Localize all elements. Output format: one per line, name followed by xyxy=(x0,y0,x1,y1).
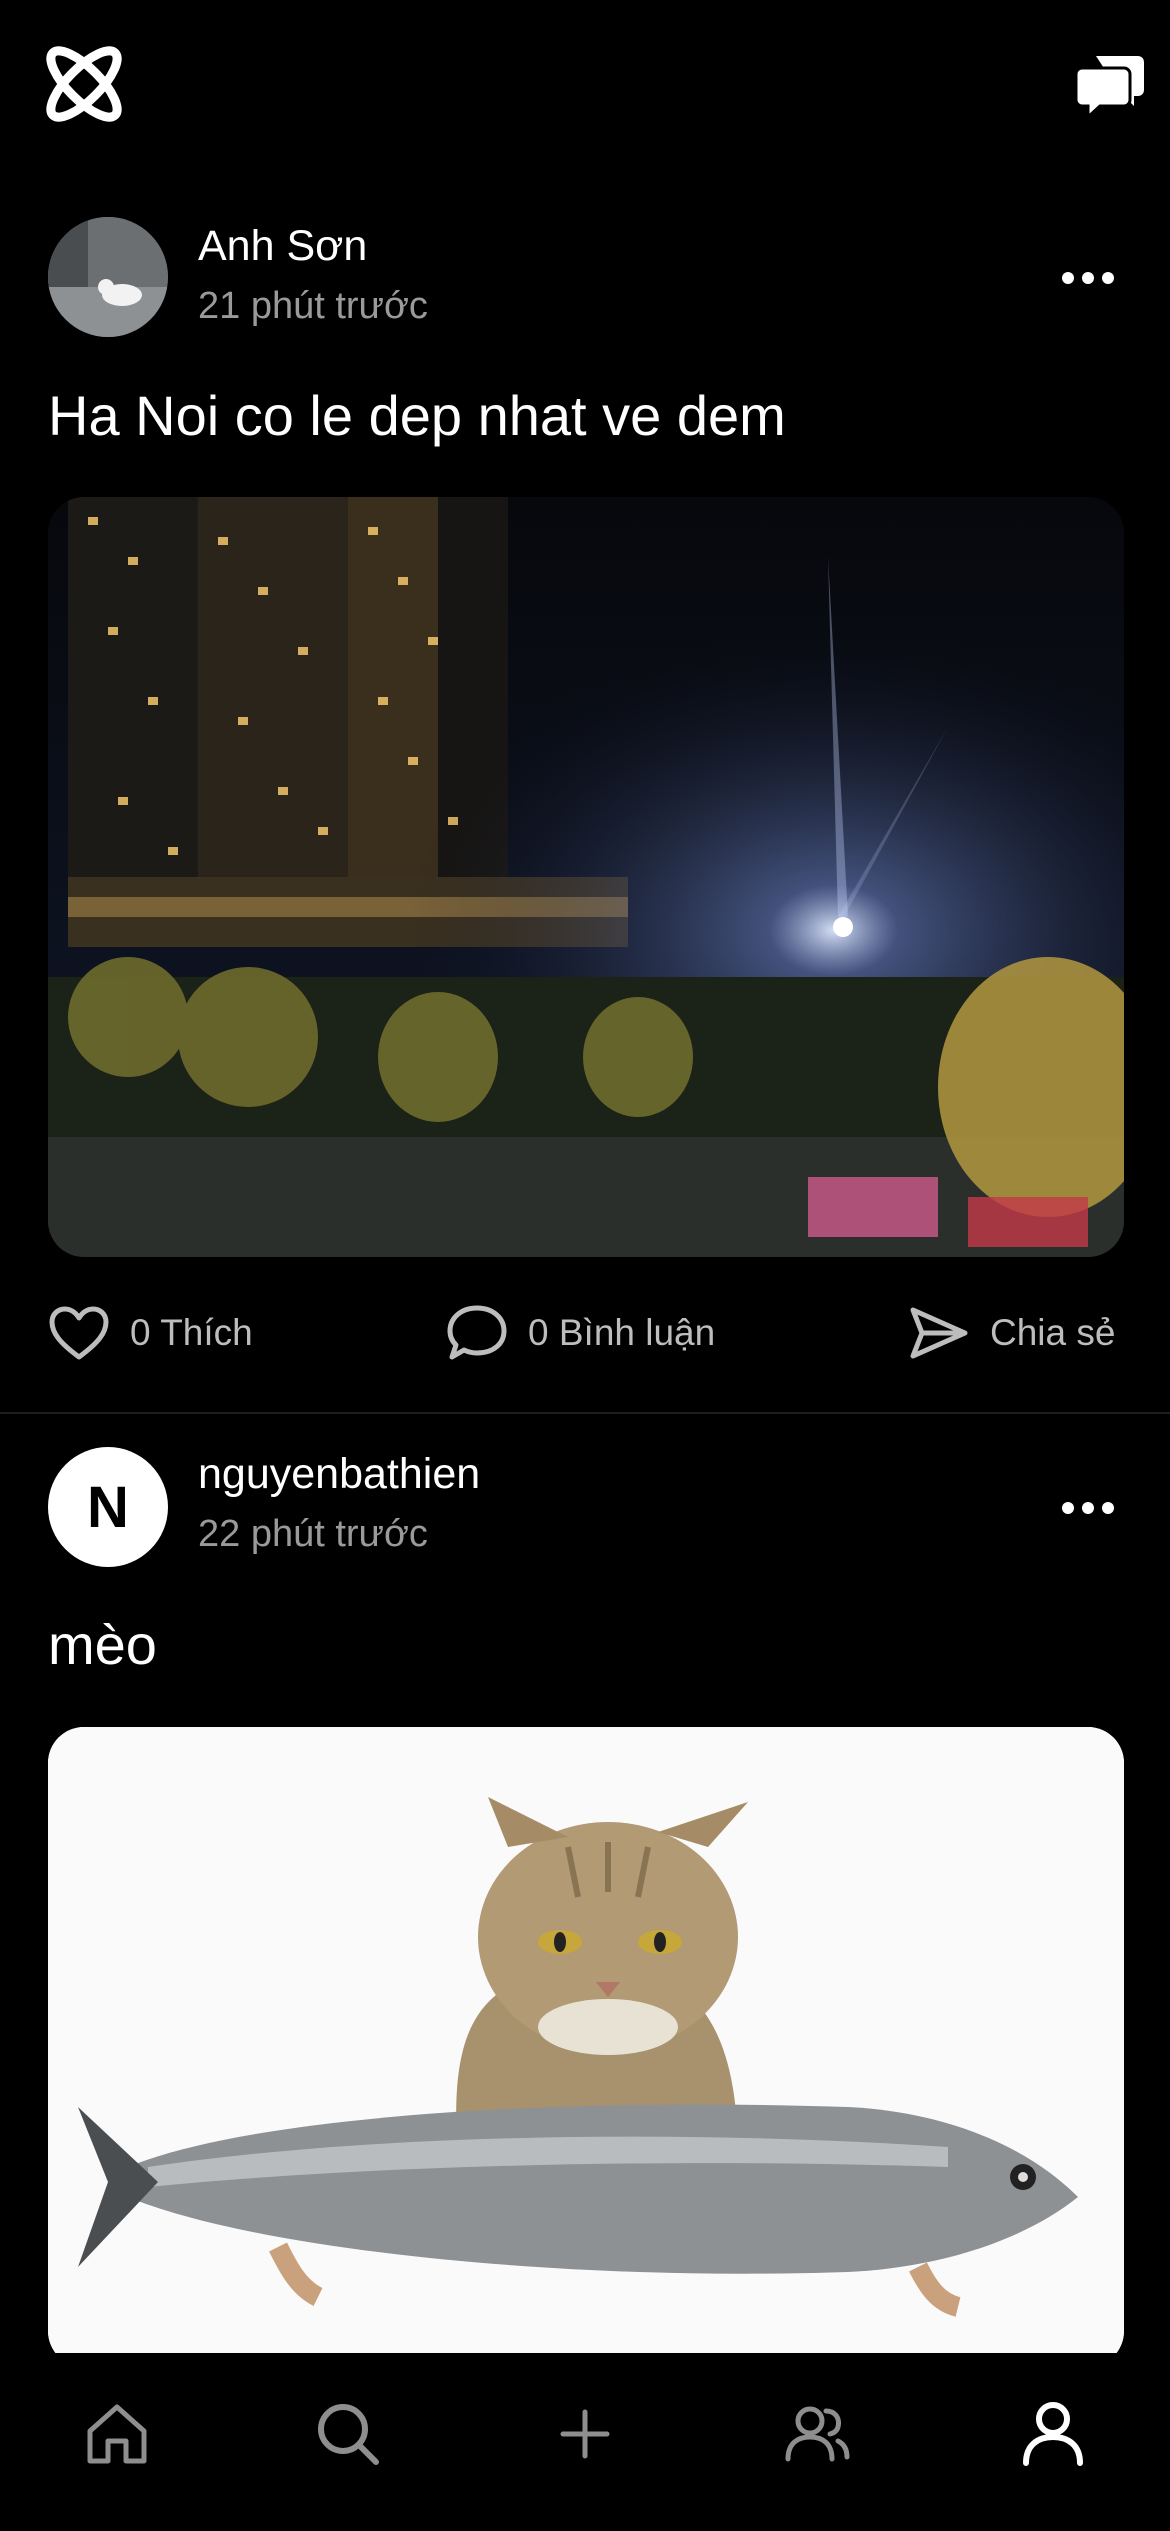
post-card: Anh Sơn 21 phút trước Ha Noi co le dep n… xyxy=(0,180,1170,1414)
comment-icon xyxy=(447,1305,507,1360)
plus-icon[interactable] xyxy=(540,2389,630,2479)
profile-icon[interactable] xyxy=(1008,2389,1098,2479)
more-options-icon[interactable] xyxy=(1058,266,1118,290)
avatar[interactable]: N xyxy=(48,1447,168,1567)
chat-bubbles-icon[interactable] xyxy=(1074,52,1146,121)
friends-icon[interactable] xyxy=(772,2389,862,2479)
bottom-nav xyxy=(0,2353,1170,2531)
feed[interactable]: Anh Sơn 21 phút trước Ha Noi co le dep n… xyxy=(0,180,1170,2353)
cat-with-fish-photo[interactable] xyxy=(48,1727,1124,2353)
post-time: 21 phút trước xyxy=(198,285,428,327)
heart-icon xyxy=(49,1306,109,1360)
like-count: 0 Thích xyxy=(130,1312,253,1353)
post-actions: 0 Thích 0 Bình luận Chia sẻ xyxy=(48,1293,1124,1373)
search-icon[interactable] xyxy=(303,2389,393,2479)
comment-count: 0 Bình luận xyxy=(528,1312,716,1353)
send-icon xyxy=(910,1307,968,1359)
post-caption: Ha Noi co le dep nhat ve dem xyxy=(48,384,786,447)
night-city-photo[interactable] xyxy=(48,497,1124,1257)
more-options-icon[interactable] xyxy=(1058,1496,1118,1520)
avatar[interactable] xyxy=(48,217,168,337)
app-logo-icon[interactable] xyxy=(40,40,128,128)
post-username[interactable]: nguyenbathien xyxy=(198,1450,480,1499)
share-label: Chia sẻ xyxy=(990,1312,1116,1353)
post-caption: mèo xyxy=(48,1613,157,1676)
comment-button[interactable]: 0 Bình luận xyxy=(446,1293,715,1373)
post-time: 22 phút trước xyxy=(198,1513,428,1555)
app-root: Anh Sơn 21 phút trước Ha Noi co le dep n… xyxy=(0,0,1170,2531)
avatar-letter: N xyxy=(87,1474,129,1540)
post-card: N nguyenbathien 22 phút trước mèo xyxy=(0,1414,1170,2353)
post-username[interactable]: Anh Sơn xyxy=(198,222,367,271)
top-bar xyxy=(0,0,1170,180)
like-button[interactable]: 0 Thích xyxy=(48,1293,253,1373)
share-button[interactable]: Chia sẻ xyxy=(908,1293,1115,1373)
home-icon[interactable] xyxy=(72,2389,162,2479)
